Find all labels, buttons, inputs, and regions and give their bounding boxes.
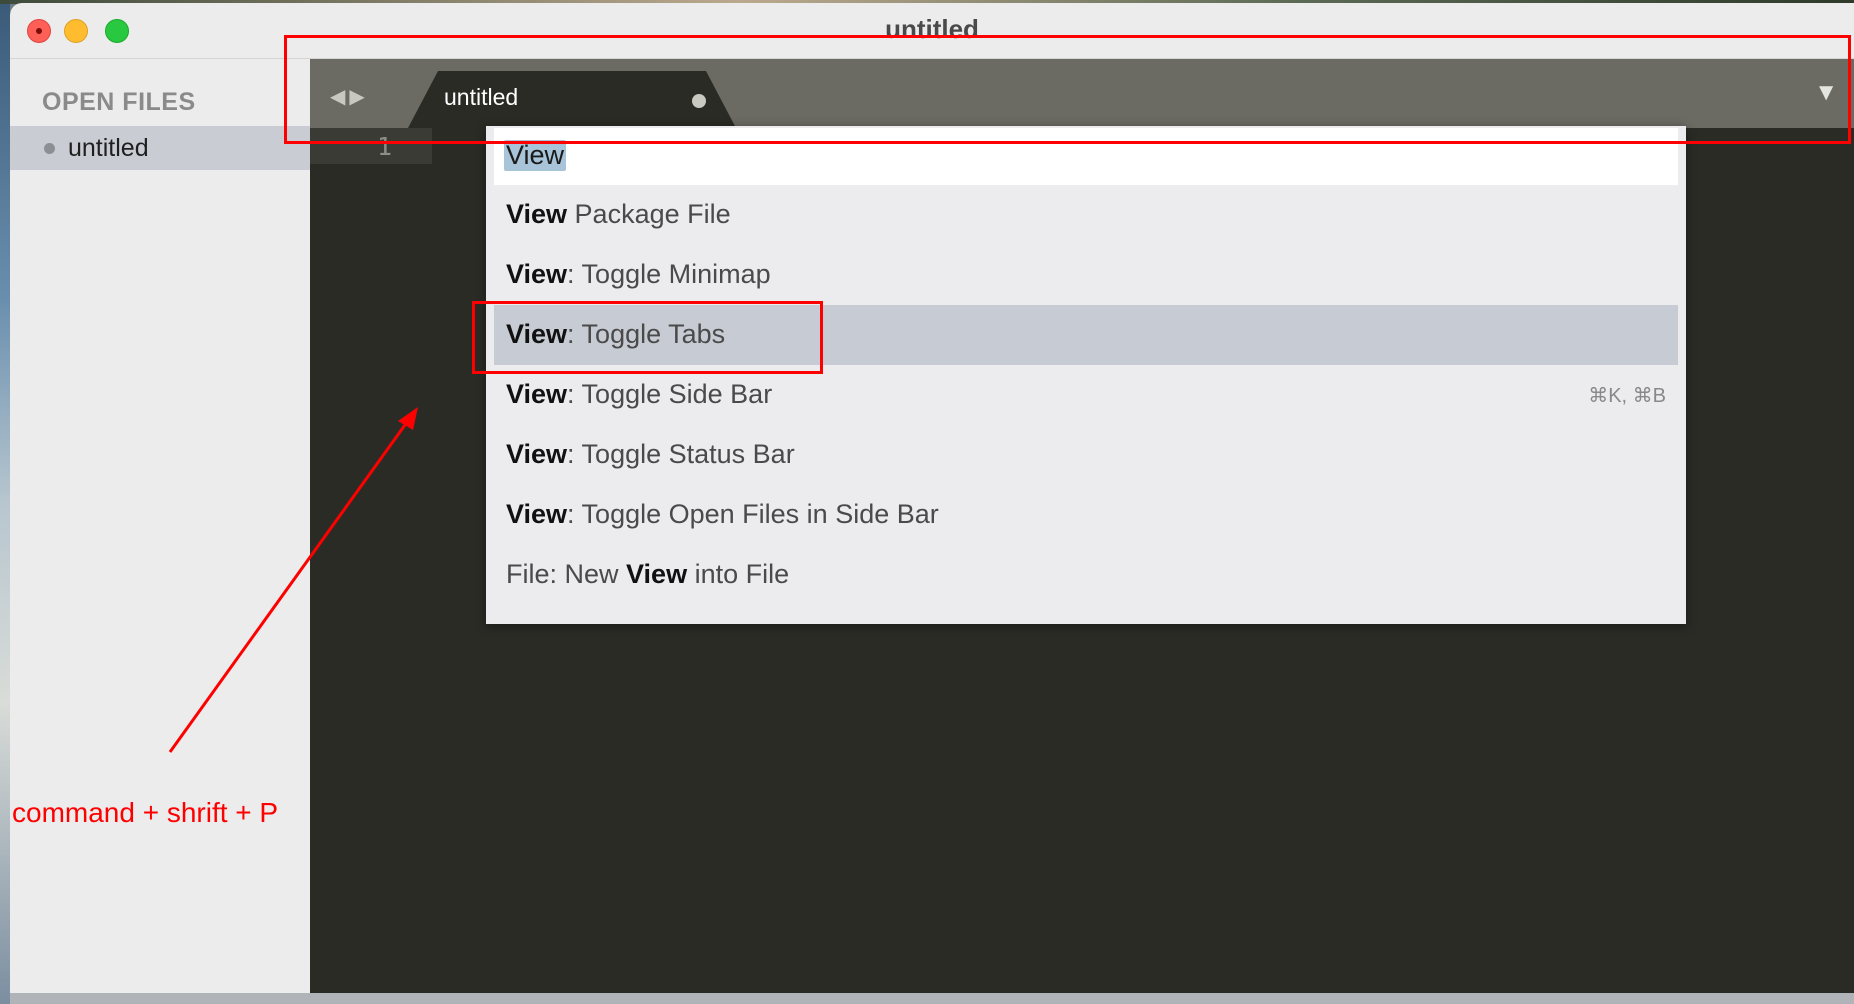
arrow-line bbox=[168, 417, 412, 753]
annotation-arrow bbox=[168, 407, 418, 753]
arrow-head-icon bbox=[398, 407, 418, 430]
